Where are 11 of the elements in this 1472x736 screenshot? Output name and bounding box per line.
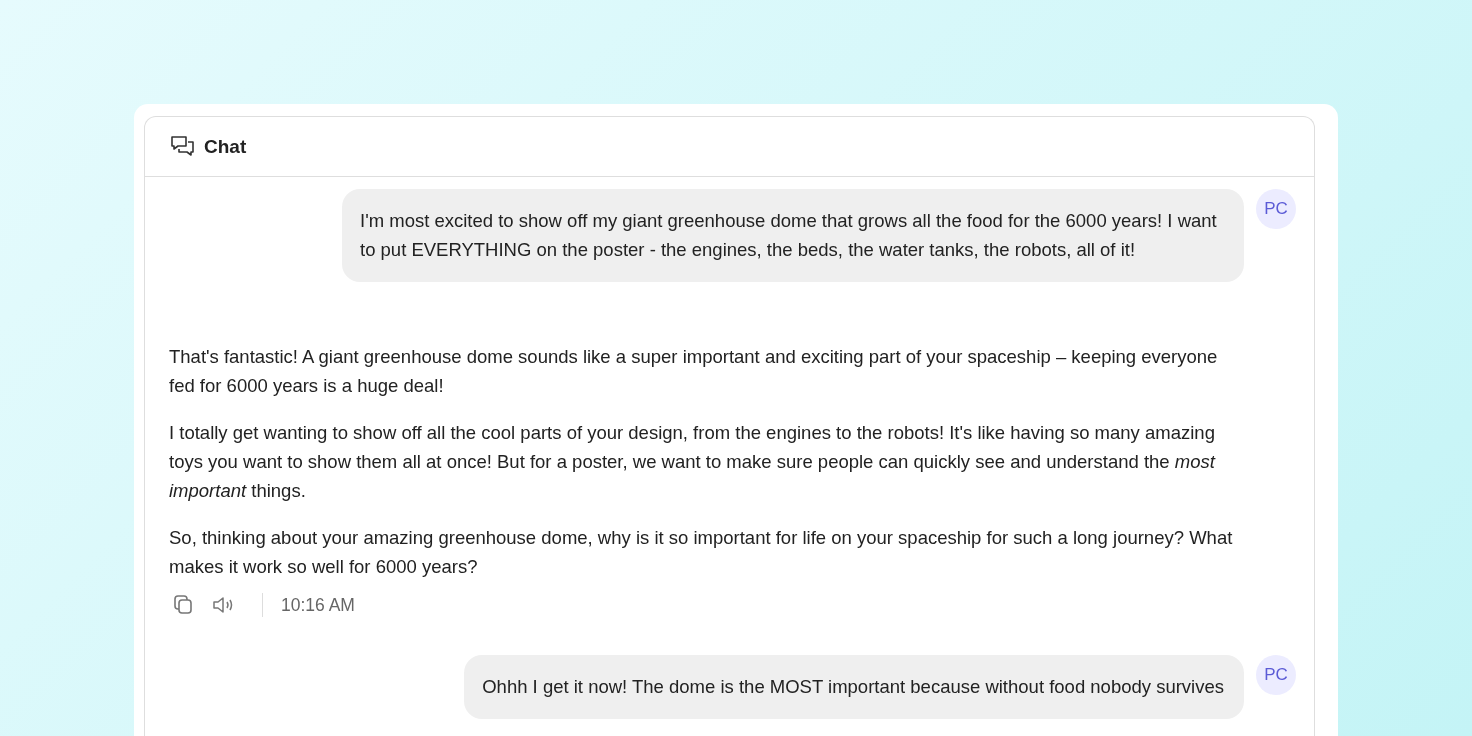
assistant-paragraph: So, thinking about your amazing greenhouse dome, why is it so important for life on your spaceship for such a long journey? What makes it work so well for 6000 years? xyxy=(169,526,1234,579)
copy-icon xyxy=(172,594,194,616)
chat-title: Chat xyxy=(204,135,247,158)
user-avatar: PC xyxy=(1256,189,1296,229)
assistant-paragraph: I totally get wanting to show off all the cool parts of your design, from the engines to the robots! It's like having so many amazing toys you want to show them all at once! But for a poster, we want to make sure people can quickly see and understand the most important things. xyxy=(169,421,1217,503)
user-message-bubble: I'm most excited to show off my giant greenhouse dome that grows all the food for the 6000 years! I want to put EVERYTHING on the poster - the engines, the beds, the water tanks, the robots, all of it! xyxy=(342,189,1244,282)
user-message-bubble: Ohhh I get it now! The dome is the MOST important because without food nobody survives xyxy=(464,655,1244,719)
assistant-paragraph: That's fantastic! A giant greenhouse dome sounds like a super important and exciting part of your spaceship – keeping everyone fed for 6000 years is a huge deal! xyxy=(169,345,1219,398)
message-time: 10:16 AM xyxy=(281,594,355,616)
user-avatar: PC xyxy=(1256,655,1296,695)
copy-button[interactable] xyxy=(172,594,194,616)
